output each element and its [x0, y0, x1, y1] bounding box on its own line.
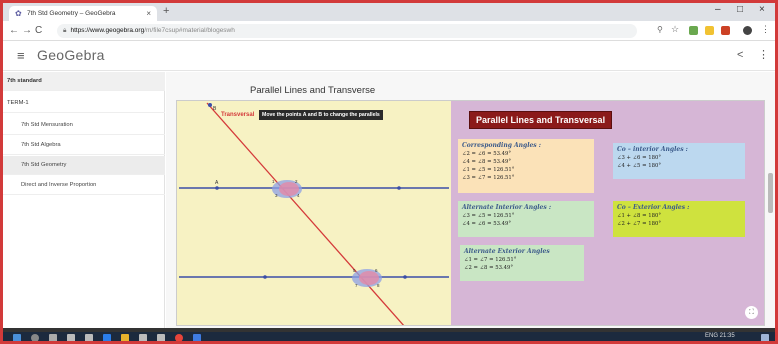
tab-strip: ✿ 7th Std Geometry – GeoGebra × + – □ × — [3, 3, 775, 21]
angle-label: 8 — [377, 283, 380, 288]
taskbar-app-icon[interactable] — [193, 334, 201, 341]
extension-icon[interactable] — [705, 26, 714, 35]
profile-avatar[interactable] — [743, 26, 752, 35]
zoom-icon[interactable]: ⚲ — [657, 25, 663, 34]
instruction-text: Move the points A and B to change the pa… — [259, 110, 383, 120]
co-exterior-line: ∠2 + ∠7 = 180° — [617, 221, 661, 227]
alternate-exterior-line: ∠2 = ∠8 = 53.49° — [464, 265, 514, 271]
sidebar-item-7th-standard[interactable]: 7th standard — [3, 72, 165, 91]
point-a — [215, 186, 219, 190]
sidebar-item-geometry[interactable]: 7th Std Geometry — [3, 156, 165, 175]
alternate-exterior-title: Alternate Exterior Angles — [464, 248, 550, 255]
corresponding-line: ∠1 = ∠5 = 126.51° — [462, 167, 515, 173]
corresponding-title: Corresponding Angles : — [462, 142, 541, 149]
file-explorer-icon[interactable] — [121, 334, 129, 341]
more-options-icon[interactable]: ⋮ — [758, 48, 769, 61]
extension-icon[interactable] — [721, 26, 730, 35]
forward-button[interactable]: → — [22, 25, 32, 36]
co-interior-line: ∠3 + ∠6 = 180° — [617, 155, 661, 161]
app-header: ≡ GeoGebra < ⋮ — [3, 41, 775, 71]
point — [397, 186, 401, 190]
co-interior-line: ∠4 + ∠5 = 180° — [617, 163, 661, 169]
alternate-exterior-angles-box: Alternate Exterior Angles ∠1 = ∠7 = 126.… — [460, 245, 584, 281]
close-window-button[interactable]: × — [759, 4, 765, 15]
share-icon[interactable]: < — [737, 49, 743, 61]
extension-icon[interactable] — [689, 26, 698, 35]
corresponding-line: ∠2 = ∠6 = 53.49° — [462, 151, 512, 157]
browser-window: ✿ 7th Std Geometry – GeoGebra × + – □ × … — [0, 0, 778, 344]
point — [403, 275, 407, 279]
angle-marker-lower — [359, 271, 379, 285]
new-tab-button[interactable]: + — [163, 5, 169, 17]
info-panel: Parallel Lines and Transversal Correspon… — [451, 101, 764, 325]
geogebra-logo[interactable]: GeoGebra — [37, 47, 105, 63]
sidebar-item-direct-inverse-proportion[interactable]: Direct and Inverse Proportion — [3, 176, 165, 195]
alternate-interior-line: ∠4 = ∠6 = 53.49° — [462, 221, 512, 227]
sidebar-item-mensuration[interactable]: 7th Std Mensuration — [3, 116, 165, 135]
taskbar-app-icon[interactable] — [139, 334, 147, 341]
taskbar-app-icon[interactable] — [157, 334, 165, 341]
sidebar-item-term-1[interactable]: TERM-1 — [3, 94, 165, 113]
maximize-button[interactable]: □ — [737, 4, 743, 15]
angle-marker-upper — [279, 182, 299, 196]
co-exterior-angles-box: Co – Exterior Angles : ∠1 + ∠8 = 180° ∠2… — [613, 201, 745, 237]
main-content: Parallel Lines and Transverse B A 1 2 3 … — [166, 72, 775, 328]
co-interior-angles-box: Co – interior Angles : ∠3 + ∠6 = 180° ∠4… — [613, 143, 745, 179]
corresponding-line: ∠4 = ∠8 = 53.49° — [462, 159, 512, 165]
panel-title: Parallel Lines and Transversal — [469, 111, 613, 129]
taskbar-app-icon[interactable] — [85, 334, 93, 341]
book-sidebar: 7th standard TERM-1 7th Std Mensuration … — [3, 72, 165, 328]
sidebar-item-algebra[interactable]: 7th Std Algebra — [3, 136, 165, 155]
hamburger-menu-icon[interactable]: ≡ — [17, 48, 25, 63]
tab-title: 7th Std Geometry – GeoGebra — [27, 10, 116, 17]
corresponding-angles-box: Corresponding Angles : ∠2 = ∠6 = 53.49° … — [458, 139, 594, 193]
alternate-interior-title: Alternate Interior Angles : — [462, 204, 552, 211]
bookmark-star-icon[interactable]: ☆ — [671, 24, 679, 35]
task-view-icon[interactable] — [49, 334, 57, 341]
tab-close-icon[interactable]: × — [146, 9, 151, 18]
geogebra-applet[interactable]: B A 1 2 3 4 5 6 7 8 Transversal Move the… — [176, 100, 765, 326]
page-title: Parallel Lines and Transverse — [250, 85, 376, 96]
url-path: /m/file7csup#material/blogeswh — [144, 27, 235, 34]
back-button[interactable]: ← — [9, 25, 19, 36]
alternate-interior-line: ∠3 = ∠5 = 126.51° — [462, 213, 515, 219]
reload-button[interactable]: C — [35, 25, 42, 36]
point — [263, 275, 267, 279]
alternate-exterior-line: ∠1 = ∠7 = 126.51° — [464, 257, 517, 263]
browser-tab[interactable]: ✿ 7th Std Geometry – GeoGebra × — [9, 6, 157, 21]
chrome-icon[interactable] — [175, 334, 183, 341]
transversal-label: Transversal — [221, 112, 255, 118]
edge-icon[interactable] — [103, 334, 111, 341]
co-interior-title: Co – interior Angles : — [617, 146, 688, 153]
point-label: B — [213, 106, 217, 112]
fullscreen-icon[interactable]: ⛶ — [745, 306, 758, 319]
co-exterior-title: Co – Exterior Angles : — [617, 204, 690, 211]
page-scrollbar[interactable] — [768, 173, 773, 213]
graphics-view[interactable]: B A 1 2 3 4 5 6 7 8 Transversal Move the… — [177, 101, 451, 326]
corresponding-line: ∠3 = ∠7 = 126.51° — [462, 175, 515, 181]
transversal-line — [206, 102, 405, 325]
clock-tray[interactable]: ENG 21:35 — [705, 333, 735, 339]
taskbar: ENG 21:35 — [3, 332, 775, 341]
chrome-menu-icon[interactable]: ⋮ — [761, 24, 770, 35]
alternate-interior-angles-box: Alternate Interior Angles : ∠3 = ∠5 = 12… — [458, 201, 594, 237]
lock-icon: 🔒︎ — [63, 27, 67, 34]
point-label: A — [215, 180, 219, 186]
geogebra-favicon-icon: ✿ — [15, 8, 22, 18]
minimize-button[interactable]: – — [715, 4, 721, 15]
co-exterior-line: ∠1 + ∠8 = 180° — [617, 213, 661, 219]
point-b — [208, 103, 212, 107]
start-icon[interactable] — [13, 334, 21, 341]
url-domain: https://www.geogebra.org — [70, 27, 145, 34]
notification-icon[interactable] — [761, 334, 769, 341]
geometry-canvas[interactable]: B A 1 2 3 4 5 6 7 8 — [177, 101, 451, 326]
search-icon[interactable] — [31, 334, 39, 341]
url-input[interactable]: 🔒︎ https://www.geogebra.org/m/file7csup#m… — [57, 24, 637, 38]
taskbar-app-icon[interactable] — [67, 334, 75, 341]
